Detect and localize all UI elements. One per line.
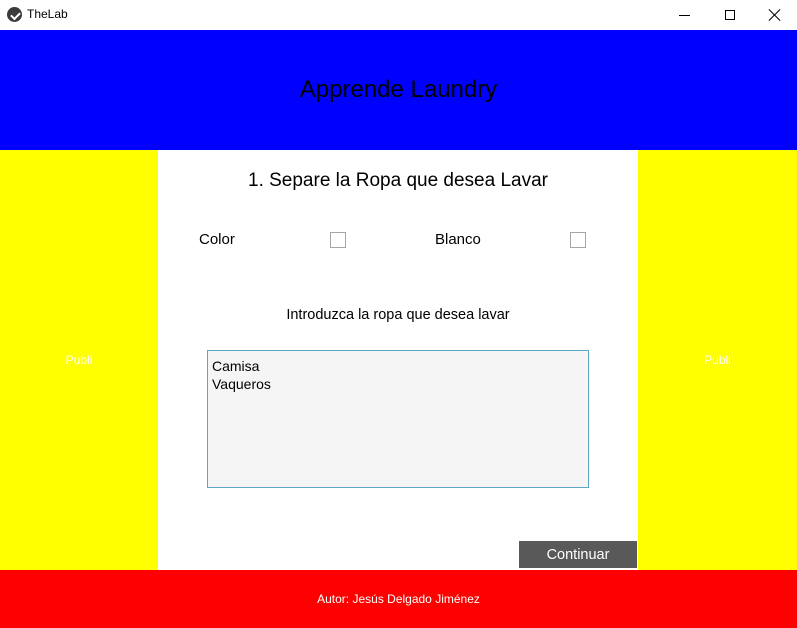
app-logo-icon: [7, 7, 22, 22]
clothes-prompt: Introduzca la ropa que desea lavar: [286, 307, 510, 323]
maximize-icon: [724, 10, 735, 20]
blanco-checkbox[interactable]: [570, 232, 586, 248]
right-ad-panel: Publi: [638, 150, 797, 570]
step-title: 1. Separe la Ropa que desea Lavar: [248, 170, 548, 191]
maximize-button[interactable]: [707, 0, 752, 30]
minimize-icon: [679, 14, 690, 16]
minimize-button[interactable]: [662, 0, 707, 30]
continue-button[interactable]: Continuar: [519, 541, 637, 568]
blanco-option-label: Blanco: [435, 231, 481, 248]
continue-button-label: Continuar: [546, 546, 610, 563]
app-footer: Autor: Jesús Delgado Jiménez: [0, 570, 797, 628]
close-icon: [769, 9, 781, 21]
author-credit: Autor: Jesús Delgado Jiménez: [317, 592, 480, 606]
app-title: Apprende Laundry: [299, 76, 498, 103]
main-panel: 1. Separe la Ropa que desea Lavar Color …: [158, 150, 638, 570]
left-ad-label: Publi: [65, 353, 93, 367]
right-ad-label: Publi: [704, 353, 731, 367]
title-bar: TheLab: [0, 0, 797, 30]
left-ad-panel: Publi: [0, 150, 158, 570]
color-checkbox[interactable]: [330, 232, 346, 248]
color-option-label: Color: [199, 231, 235, 248]
close-button[interactable]: [752, 0, 797, 30]
window-title: TheLab: [27, 7, 68, 21]
app-header: Apprende Laundry: [0, 30, 797, 150]
clothes-input[interactable]: [207, 350, 589, 488]
